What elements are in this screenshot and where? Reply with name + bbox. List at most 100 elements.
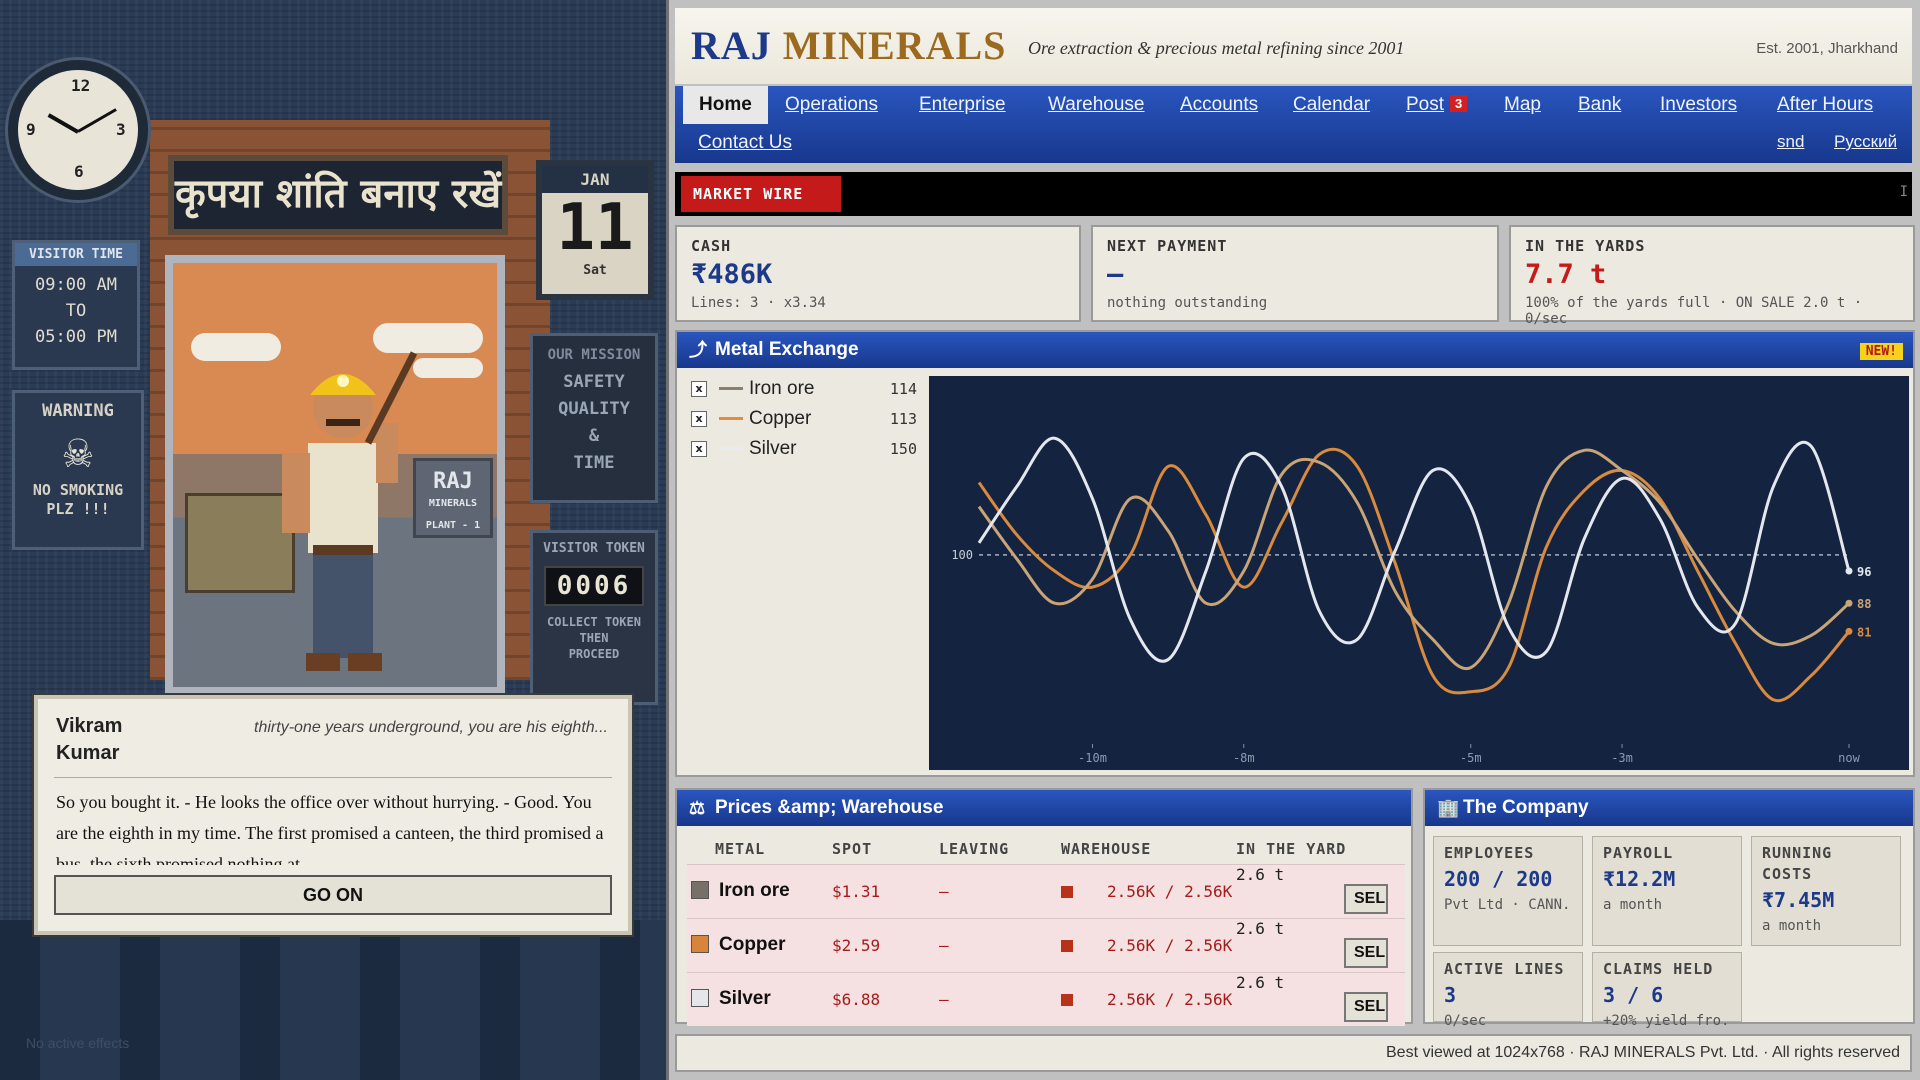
- active-effects-status: No active effects: [26, 1035, 130, 1051]
- x-tick-label: now: [1838, 751, 1860, 765]
- clock-hour-hand: [47, 113, 79, 134]
- company-title: The Company: [1463, 797, 1589, 818]
- mission-poster: OUR MISSION SAFETY QUALITY & TIME: [530, 333, 658, 503]
- metal-exchange-title: Metal Exchange: [715, 339, 859, 360]
- plant-sign-line-2: MINERALS: [428, 498, 478, 509]
- company-panel: 🏢 The Company EMPLOYEES 200 / 200 Pvt Lt…: [1423, 788, 1915, 1029]
- end-value-label: 81: [1857, 625, 1871, 639]
- table-row: Copper $2.59 — 2.56K / 2.56K 2.6 t SELL: [687, 917, 1405, 972]
- cash-stat: CASH ₹486K Lines: 3 · x3.34: [675, 225, 1081, 322]
- nav-contact-us[interactable]: Contact Us: [698, 132, 792, 154]
- active-lines-value: 3: [1444, 983, 1457, 1007]
- table-row: Silver $6.88 — 2.56K / 2.56K 2.6 t SELL: [687, 971, 1405, 1026]
- skull-icon: ☠: [63, 423, 93, 479]
- leaving-cell: —: [939, 971, 1061, 1026]
- prices-header-row: METAL SPOT LEAVING WAREHOUSE IN THE YARD: [687, 834, 1405, 864]
- visitor-token-dispenser[interactable]: VISITOR TOKEN 0006 COLLECT TOKEN THEN PR…: [530, 530, 658, 705]
- sell-button[interactable]: SELL: [1344, 991, 1388, 1022]
- wall-clock: 12 3 6 9: [8, 60, 148, 200]
- sell-button[interactable]: SELL: [1344, 883, 1388, 914]
- metal-cell: Copper: [687, 917, 832, 972]
- prices-warehouse-header: ⚖ Prices &amp; Warehouse: [677, 790, 1411, 826]
- running-costs-sub: a month: [1762, 918, 1822, 934]
- claims-held-value: 3 / 6: [1603, 983, 1664, 1007]
- legend-item-iron-ore[interactable]: x Iron ore 114: [687, 376, 917, 406]
- active-lines-card: ACTIVE LINES 3 0/sec: [1433, 952, 1583, 1029]
- series-endpoint: [1845, 599, 1853, 607]
- dialogue-subtitle: thirty-one years underground, you are hi…: [254, 719, 608, 736]
- metal-exchange-header: ⤴ Metal Exchange NEW!: [677, 332, 1913, 368]
- cash-sub: Lines: 3 · x3.34: [691, 295, 826, 311]
- yard-cell: 2.6 t SELL: [1236, 863, 1405, 918]
- legend-item-silver[interactable]: x Silver 150: [687, 436, 917, 466]
- lang-russian-link[interactable]: Русский: [1834, 132, 1897, 152]
- legend-item-copper[interactable]: x Copper 113: [687, 406, 917, 436]
- prices-warehouse-panel: ⚖ Prices &amp; Warehouse METAL SPOT LEAV…: [675, 788, 1413, 1026]
- post-count-badge: 3: [1450, 95, 1468, 112]
- yard-cell: 2.6 t SELL: [1236, 917, 1405, 972]
- next-payment-value: —: [1107, 259, 1124, 290]
- yards-sub: 100% of the yards full · ON SALE 2.0 t ·…: [1525, 295, 1863, 327]
- metal-swatch: [691, 989, 709, 1007]
- warehouse-value: 2.56K / 2.56K: [1107, 935, 1233, 955]
- col-metal: METAL: [715, 839, 766, 858]
- game-scene: 12 3 6 9 VISITOR TIME 09:00 AM TO 05:00 …: [0, 0, 666, 1080]
- legend-name: Copper: [749, 408, 812, 429]
- legend-checkbox[interactable]: x: [691, 381, 707, 397]
- nav-investors[interactable]: Investors: [1660, 94, 1737, 116]
- nav-calendar[interactable]: Calendar: [1293, 94, 1370, 116]
- miner-character[interactable]: [268, 323, 418, 683]
- col-warehouse: WAREHOUSE: [1061, 839, 1152, 858]
- nav-after-hours[interactable]: After Hours: [1777, 94, 1873, 116]
- legend-checkbox[interactable]: x: [691, 441, 707, 457]
- new-badge: NEW!: [1859, 343, 1903, 360]
- mission-line: QUALITY: [558, 399, 630, 419]
- legend-checkbox[interactable]: x: [691, 411, 707, 427]
- metal-name: Iron ore: [719, 880, 790, 901]
- headlamp-icon: [337, 375, 349, 387]
- nav-post[interactable]: Post 3: [1406, 94, 1468, 116]
- mission-title: OUR MISSION: [547, 347, 641, 363]
- nav-home[interactable]: Home: [683, 86, 768, 124]
- site-tagline: Ore extraction & precious metal refining…: [1028, 38, 1405, 58]
- nav-accounts[interactable]: Accounts: [1180, 94, 1258, 116]
- legend-value: 150: [889, 440, 917, 458]
- wall-calendar: JAN 11 Sat: [536, 160, 654, 300]
- site-footer: Best viewed at 1024x768 · RAJ MINERALS P…: [675, 1034, 1912, 1072]
- go-on-button[interactable]: GO ON: [54, 875, 612, 915]
- legend-swatch: [719, 387, 743, 390]
- miner-boot: [348, 653, 382, 671]
- spot-cell: $6.88: [832, 971, 939, 1026]
- warning-line-2: PLZ !!!: [46, 500, 110, 518]
- sell-button[interactable]: SELL: [1344, 937, 1388, 968]
- lang-snd-link[interactable]: snd: [1777, 132, 1804, 152]
- office-doorway: RAJ MINERALS PLANT - 1: [165, 255, 505, 695]
- claims-held-label: CLAIMS HELD: [1603, 960, 1714, 978]
- mission-line: TIME: [573, 453, 615, 473]
- x-tick-label: -10m: [1078, 751, 1107, 765]
- nav-map[interactable]: Map: [1504, 94, 1541, 116]
- warning-sign: WARNING ☠ NO SMOKING PLZ !!!: [12, 390, 144, 550]
- nav-warehouse[interactable]: Warehouse: [1048, 94, 1144, 116]
- end-value-label: 96: [1857, 565, 1871, 579]
- nav-operations[interactable]: Operations: [785, 94, 878, 116]
- brand-logo[interactable]: RAJ MINERALS: [691, 22, 1006, 69]
- legend-value: 113: [889, 410, 917, 428]
- yards-stat: IN THE YARDS 7.7 t 100% of the yards ful…: [1509, 225, 1915, 327]
- warning-title: WARNING: [42, 401, 114, 421]
- warehouse-cell: 2.56K / 2.56K: [1061, 863, 1236, 918]
- leaving-cell: —: [939, 917, 1061, 972]
- visitor-time-open: 09:00 AM: [35, 275, 117, 295]
- building-icon: 🏢: [1437, 798, 1460, 818]
- site-header: RAJ MINERALS Ore extraction & precious m…: [675, 8, 1912, 84]
- warning-line-1: NO SMOKING: [32, 481, 124, 499]
- company-website: RAJ MINERALS Ore extraction & precious m…: [666, 0, 1920, 1080]
- nav-enterprise[interactable]: Enterprise: [919, 94, 1006, 116]
- legend-swatch: [719, 447, 743, 450]
- warehouse-cell: 2.56K / 2.56K: [1061, 917, 1236, 972]
- yard-value: 2.6 t: [1236, 972, 1285, 992]
- nav-bank[interactable]: Bank: [1578, 94, 1621, 116]
- clock-number: 3: [116, 120, 126, 139]
- spot-cell: $2.59: [832, 917, 939, 972]
- token-counter: 0006: [544, 566, 644, 606]
